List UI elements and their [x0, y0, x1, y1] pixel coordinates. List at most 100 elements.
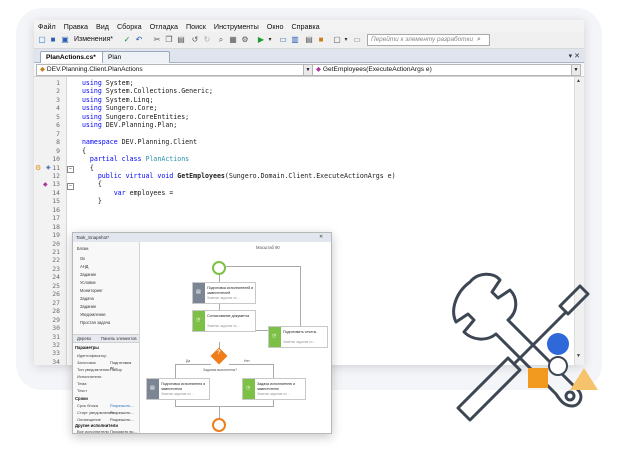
- tree-item[interactable]: Уведомление: [80, 312, 106, 317]
- redo-arrow-icon[interactable]: ↻: [202, 34, 212, 46]
- fold-toggle-icon[interactable]: −: [67, 166, 74, 173]
- copy-icon[interactable]: ❐: [164, 34, 174, 46]
- tab-plan-directory[interactable]: Plan [Справочник]*: [102, 51, 170, 72]
- prop-value[interactable]: Просмотр вс...: [110, 429, 137, 433]
- tree-root[interactable]: Блоки: [77, 246, 88, 251]
- tab-menu-close-icon[interactable]: ▾ ✕: [569, 51, 580, 62]
- workflow-block[interactable]: ▤ Подготовка исполнителя и заместителя З…: [146, 378, 210, 400]
- document-icon: ▤: [196, 289, 201, 295]
- undo-arrow-icon[interactable]: ↺: [190, 34, 200, 46]
- save-icon[interactable]: ■: [48, 34, 58, 46]
- debug-window-icon[interactable]: ▥: [290, 34, 300, 46]
- workflow-block[interactable]: ▤ Подготовка исполнителей и заместителей…: [192, 282, 256, 304]
- menu-help[interactable]: Справка: [287, 20, 323, 32]
- class-marker-icon[interactable]: ◈: [46, 164, 51, 171]
- type-dropdown[interactable]: ◆ DEV.Planning.Client.PlanActions ▼: [36, 64, 313, 76]
- prop-value[interactable]: Набор: [110, 367, 122, 372]
- code-line[interactable]: using System;: [74, 79, 134, 87]
- code-line[interactable]: {: [74, 164, 94, 172]
- flow-line: [175, 406, 274, 407]
- prop-key: Исполнители: [77, 374, 102, 379]
- menu-tools[interactable]: Инструменты: [210, 20, 263, 32]
- tree-item[interactable]: Задание: [80, 304, 96, 309]
- check-icon[interactable]: ✓: [122, 34, 132, 46]
- tree-item[interactable]: Задача: [80, 296, 94, 301]
- code-line[interactable]: using System.Linq;: [74, 96, 153, 104]
- window-dropdown-icon[interactable]: ▾: [342, 34, 350, 46]
- override-marker-icon[interactable]: ⚙: [35, 164, 41, 172]
- undo-icon[interactable]: ↶: [134, 34, 144, 46]
- method-icon: ◆: [316, 66, 322, 73]
- code-line[interactable]: using System.Collections.Generic;: [74, 87, 213, 95]
- window-icon[interactable]: ▢: [332, 34, 342, 46]
- tree-item[interactable]: Простая задача: [80, 320, 110, 325]
- search-input[interactable]: Перейти к элементу разработки: [367, 34, 490, 46]
- workflow-block[interactable]: ◷ Подготовить отчеты Заметки задания по …: [268, 326, 328, 348]
- zoom-value[interactable]: 90: [275, 245, 280, 250]
- fold-toggle-icon[interactable]: −: [67, 183, 74, 190]
- member-dropdown[interactable]: ◆ GetEmployees(ExecuteActionArgs e) ▼: [312, 64, 581, 76]
- code-line[interactable]: }: [74, 197, 102, 205]
- package-icon[interactable]: ■: [316, 34, 326, 46]
- line-number: 11: [52, 163, 60, 172]
- cut-icon[interactable]: ✂: [152, 34, 162, 46]
- clock-icon: ◷: [272, 333, 277, 339]
- step-icon[interactable]: ▭: [278, 34, 288, 46]
- document-tabs: PlanActions.cs* Plan [Справочник]* ▾ ✕: [34, 49, 584, 72]
- menu-build[interactable]: Сборка: [113, 20, 146, 32]
- prop-value[interactable]: Разрешить...: [110, 403, 134, 408]
- line-number: 22: [52, 256, 60, 265]
- tree-item[interactable]: Задание: [80, 272, 96, 277]
- menu-edit[interactable]: Правка: [60, 20, 92, 32]
- workflow-block[interactable]: ◷ Задача исполнителю и заместителю Замет…: [242, 378, 306, 400]
- panel-tab-tree[interactable]: Дерево: [77, 336, 91, 341]
- end-node[interactable]: [212, 418, 226, 432]
- code-keyword: partial class: [89, 155, 142, 164]
- menu-search[interactable]: Поиск: [182, 20, 210, 32]
- toolbar: ▢ ■ ▣ Изменения* ✓ ↶ ✂ ❐ ▤ ↺ ↻ ⌕ ▦ ⚙ ▶ ▾…: [34, 32, 584, 49]
- prop-value[interactable]: Разрешить...: [110, 410, 134, 415]
- run-icon[interactable]: ▶: [256, 34, 266, 46]
- tree-item[interactable]: Мониторинг: [80, 288, 103, 293]
- tab-planactions[interactable]: PlanActions.cs*: [40, 51, 108, 63]
- workflow-block[interactable]: ◷ Согласование документа Заметки задания…: [192, 310, 256, 332]
- code-line[interactable]: var employees =: [74, 189, 174, 197]
- run-dropdown-icon[interactable]: ▾: [266, 34, 274, 46]
- line-number: 24: [52, 273, 60, 282]
- start-node[interactable]: [212, 261, 226, 275]
- code-line[interactable]: {: [74, 147, 86, 155]
- tree-item[interactable]: Ок: [80, 256, 85, 261]
- tree-item[interactable]: Условие: [80, 280, 96, 285]
- components-icon[interactable]: ▤: [304, 34, 314, 46]
- prop-key: Оповещение: [77, 417, 101, 422]
- new-file-icon[interactable]: ▢: [37, 34, 47, 46]
- code-line[interactable]: {: [74, 180, 102, 188]
- code-line[interactable]: using Sungero.CoreEntities;: [74, 113, 189, 121]
- build-icon[interactable]: ⚙: [240, 34, 250, 46]
- changes-button[interactable]: Изменения*: [74, 34, 113, 46]
- find-icon[interactable]: ⌕: [216, 34, 226, 46]
- prop-value[interactable]: Разрешить...: [110, 417, 134, 422]
- panel-tab-toolbox[interactable]: Панель элементов: [101, 336, 137, 341]
- method-marker-icon[interactable]: ◆: [43, 181, 48, 188]
- code-line[interactable]: namespace DEV.Planning.Client: [74, 138, 197, 146]
- code-keyword: public virtual void: [97, 171, 174, 180]
- code-line[interactable]: public virtual void GetEmployees(Sungero…: [74, 172, 396, 180]
- tree-item[interactable]: АНД: [80, 264, 88, 269]
- menu-file[interactable]: Файл: [34, 20, 60, 32]
- menu-debug[interactable]: Отладка: [146, 20, 182, 32]
- navigate-icon[interactable]: ▭: [352, 34, 362, 46]
- menu-view[interactable]: Вид: [92, 20, 113, 32]
- designer-close-icon[interactable]: ✕: [319, 234, 323, 240]
- code-line[interactable]: partial class PlanActions: [74, 155, 189, 163]
- workflow-canvas[interactable]: Масштаб 90 ▤ Подготовка исполнителей и з…: [140, 242, 331, 433]
- menu-window[interactable]: Окно: [263, 20, 288, 32]
- layout-icon[interactable]: ▦: [228, 34, 238, 46]
- scroll-up-icon[interactable]: ▲: [576, 78, 581, 84]
- paste-icon[interactable]: ▤: [176, 34, 186, 46]
- search-icon[interactable]: ⌕: [474, 34, 484, 46]
- code-line[interactable]: using DEV.Planning.Plan;: [74, 121, 177, 129]
- save-all-icon[interactable]: ▣: [60, 34, 70, 46]
- code-line[interactable]: using Sungero.Core;: [74, 104, 157, 112]
